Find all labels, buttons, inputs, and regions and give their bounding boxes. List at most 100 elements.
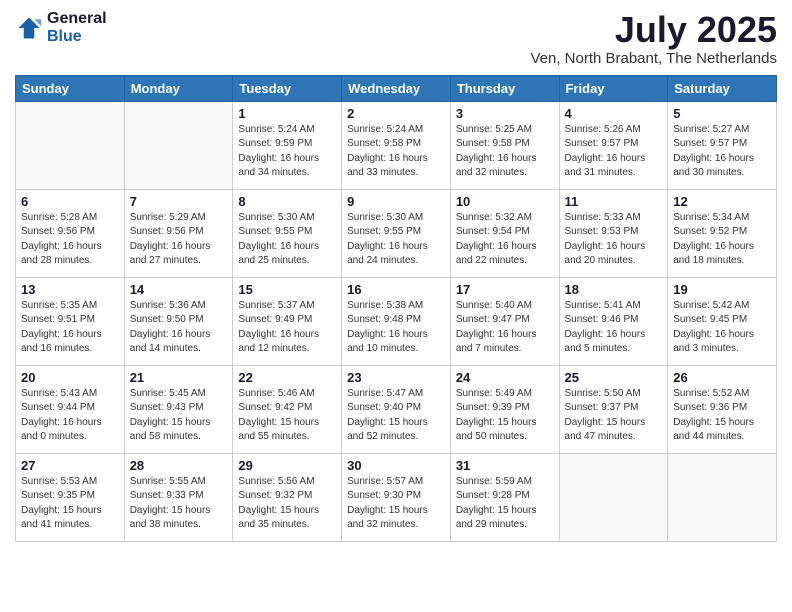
day-number: 4 — [565, 106, 663, 121]
header-friday: Friday — [559, 75, 668, 101]
day-number: 17 — [456, 282, 554, 297]
header-thursday: Thursday — [450, 75, 559, 101]
day-info: Sunrise: 5:42 AM Sunset: 9:45 PM Dayligh… — [673, 299, 771, 357]
calendar-cell-w1-d5: 3 Sunrise: 5:25 AM Sunset: 9:58 PM Daylig… — [450, 101, 559, 189]
week-row-5: 27Sunrise: 5:53 AM Sunset: 9:35 PM Dayli… — [16, 453, 777, 541]
calendar-cell-w1-d7: 5Sunrise: 5:27 AM Sunset: 9:57 PM Daylig… — [668, 101, 777, 189]
day-info: Sunrise: 5:55 AM Sunset: 9:33 PM Dayligh… — [130, 475, 228, 533]
calendar-cell-w2-d4: 9 Sunrise: 5:30 AM Sunset: 9:55 PM Daylig… — [342, 189, 451, 277]
logo-icon — [15, 14, 43, 42]
calendar-cell-w5-d6 — [559, 453, 668, 541]
header-sunday: Sunday — [16, 75, 125, 101]
day-number: 16 — [347, 282, 445, 297]
day-number: 14 — [130, 282, 228, 297]
calendar-header: Sunday Monday Tuesday Wednesday Thursday… — [16, 75, 777, 101]
day-number: 28 — [130, 458, 228, 473]
day-info: Sunrise: 5:30 AM Sunset: 9:55 PM Dayligh… — [238, 211, 336, 269]
calendar-cell-w4-d5: 24 Sunrise: 5:49 AM Sunset: 9:39 PM Dayli… — [450, 365, 559, 453]
calendar-cell-w2-d7: 12 Sunrise: 5:34 AM Sunset: 9:52 PM Dayli… — [668, 189, 777, 277]
day-number: 27 — [21, 458, 119, 473]
header-monday: Monday — [124, 75, 233, 101]
week-row-4: 20 Sunrise: 5:43 AM Sunset: 9:44 PM Dayli… — [16, 365, 777, 453]
calendar-cell-w5-d4: 30 Sunrise: 5:57 AM Sunset: 9:30 PM Dayli… — [342, 453, 451, 541]
day-number: 20 — [21, 370, 119, 385]
calendar-cell-w1-d1 — [16, 101, 125, 189]
logo-general-text: General — [47, 10, 107, 28]
week-row-1: 1Sunrise: 5:24 AM Sunset: 9:59 PM Daylig… — [16, 101, 777, 189]
calendar-cell-w3-d5: 17 Sunrise: 5:40 AM Sunset: 9:47 PM Dayli… — [450, 277, 559, 365]
calendar-body: 1Sunrise: 5:24 AM Sunset: 9:59 PM Daylig… — [16, 101, 777, 541]
day-info: Sunrise: 5:47 AM Sunset: 9:40 PM Dayligh… — [347, 387, 445, 445]
calendar-cell-w3-d3: 15 Sunrise: 5:37 AM Sunset: 9:49 PM Dayli… — [233, 277, 342, 365]
day-info: Sunrise: 5:50 AM Sunset: 9:37 PM Dayligh… — [565, 387, 663, 445]
day-info: Sunrise: 5:28 AM Sunset: 9:56 PM Dayligh… — [21, 211, 119, 269]
day-number: 9 — [347, 194, 445, 209]
day-info: Sunrise: 5:33 AM Sunset: 9:53 PM Dayligh… — [565, 211, 663, 269]
calendar-cell-w5-d5: 31 Sunrise: 5:59 AM Sunset: 9:28 PM Dayli… — [450, 453, 559, 541]
calendar-cell-w5-d2: 28 Sunrise: 5:55 AM Sunset: 9:33 PM Dayli… — [124, 453, 233, 541]
day-number: 19 — [673, 282, 771, 297]
day-info: Sunrise: 5:32 AM Sunset: 9:54 PM Dayligh… — [456, 211, 554, 269]
day-info: Sunrise: 5:37 AM Sunset: 9:49 PM Dayligh… — [238, 299, 336, 357]
calendar-cell-w1-d6: 4 Sunrise: 5:26 AM Sunset: 9:57 PM Daylig… — [559, 101, 668, 189]
day-info: Sunrise: 5:29 AM Sunset: 9:56 PM Dayligh… — [130, 211, 228, 269]
day-info: Sunrise: 5:43 AM Sunset: 9:44 PM Dayligh… — [21, 387, 119, 445]
day-info: Sunrise: 5:57 AM Sunset: 9:30 PM Dayligh… — [347, 475, 445, 533]
day-number: 10 — [456, 194, 554, 209]
calendar-cell-w1-d3: 1Sunrise: 5:24 AM Sunset: 9:59 PM Daylig… — [233, 101, 342, 189]
weekday-header-row: Sunday Monday Tuesday Wednesday Thursday… — [16, 75, 777, 101]
day-info: Sunrise: 5:26 AM Sunset: 9:57 PM Dayligh… — [565, 123, 663, 181]
day-number: 1 — [238, 106, 336, 121]
day-info: Sunrise: 5:40 AM Sunset: 9:47 PM Dayligh… — [456, 299, 554, 357]
calendar-cell-w2-d1: 6 Sunrise: 5:28 AM Sunset: 9:56 PM Daylig… — [16, 189, 125, 277]
week-row-2: 6 Sunrise: 5:28 AM Sunset: 9:56 PM Daylig… — [16, 189, 777, 277]
header-tuesday: Tuesday — [233, 75, 342, 101]
calendar-cell-w2-d3: 8 Sunrise: 5:30 AM Sunset: 9:55 PM Daylig… — [233, 189, 342, 277]
calendar-cell-w4-d3: 22 Sunrise: 5:46 AM Sunset: 9:42 PM Dayli… — [233, 365, 342, 453]
subtitle: Ven, North Brabant, The Netherlands — [530, 50, 777, 67]
day-info: Sunrise: 5:46 AM Sunset: 9:42 PM Dayligh… — [238, 387, 336, 445]
day-number: 3 — [456, 106, 554, 121]
day-number: 26 — [673, 370, 771, 385]
day-number: 5 — [673, 106, 771, 121]
day-info: Sunrise: 5:30 AM Sunset: 9:55 PM Dayligh… — [347, 211, 445, 269]
day-number: 8 — [238, 194, 336, 209]
calendar-cell-w4-d4: 23 Sunrise: 5:47 AM Sunset: 9:40 PM Dayli… — [342, 365, 451, 453]
week-row-3: 13Sunrise: 5:35 AM Sunset: 9:51 PM Dayli… — [16, 277, 777, 365]
title-area: July 2025 Ven, North Brabant, The Nether… — [530, 10, 777, 67]
day-number: 18 — [565, 282, 663, 297]
day-info: Sunrise: 5:45 AM Sunset: 9:43 PM Dayligh… — [130, 387, 228, 445]
day-number: 12 — [673, 194, 771, 209]
calendar-cell-w2-d2: 7Sunrise: 5:29 AM Sunset: 9:56 PM Daylig… — [124, 189, 233, 277]
calendar-cell-w3-d2: 14Sunrise: 5:36 AM Sunset: 9:50 PM Dayli… — [124, 277, 233, 365]
day-number: 15 — [238, 282, 336, 297]
day-info: Sunrise: 5:24 AM Sunset: 9:58 PM Dayligh… — [347, 123, 445, 181]
day-number: 24 — [456, 370, 554, 385]
day-number: 2 — [347, 106, 445, 121]
calendar-cell-w1-d4: 2 Sunrise: 5:24 AM Sunset: 9:58 PM Daylig… — [342, 101, 451, 189]
day-number: 23 — [347, 370, 445, 385]
calendar-cell-w5-d1: 27Sunrise: 5:53 AM Sunset: 9:35 PM Dayli… — [16, 453, 125, 541]
day-info: Sunrise: 5:49 AM Sunset: 9:39 PM Dayligh… — [456, 387, 554, 445]
day-info: Sunrise: 5:59 AM Sunset: 9:28 PM Dayligh… — [456, 475, 554, 533]
calendar-cell-w1-d2 — [124, 101, 233, 189]
page: General Blue July 2025 Ven, North Braban… — [0, 0, 792, 612]
day-number: 25 — [565, 370, 663, 385]
header: General Blue July 2025 Ven, North Braban… — [15, 10, 777, 67]
day-number: 30 — [347, 458, 445, 473]
calendar-cell-w3-d4: 16 Sunrise: 5:38 AM Sunset: 9:48 PM Dayli… — [342, 277, 451, 365]
day-info: Sunrise: 5:41 AM Sunset: 9:46 PM Dayligh… — [565, 299, 663, 357]
day-number: 31 — [456, 458, 554, 473]
day-info: Sunrise: 5:38 AM Sunset: 9:48 PM Dayligh… — [347, 299, 445, 357]
logo-blue-text: Blue — [47, 28, 107, 46]
day-number: 22 — [238, 370, 336, 385]
logo-text: General Blue — [47, 10, 107, 45]
logo: General Blue — [15, 10, 107, 45]
calendar-cell-w4-d2: 21Sunrise: 5:45 AM Sunset: 9:43 PM Dayli… — [124, 365, 233, 453]
day-info: Sunrise: 5:34 AM Sunset: 9:52 PM Dayligh… — [673, 211, 771, 269]
main-title: July 2025 — [530, 10, 777, 50]
header-saturday: Saturday — [668, 75, 777, 101]
calendar-cell-w5-d7 — [668, 453, 777, 541]
day-info: Sunrise: 5:25 AM Sunset: 9:58 PM Dayligh… — [456, 123, 554, 181]
day-number: 6 — [21, 194, 119, 209]
